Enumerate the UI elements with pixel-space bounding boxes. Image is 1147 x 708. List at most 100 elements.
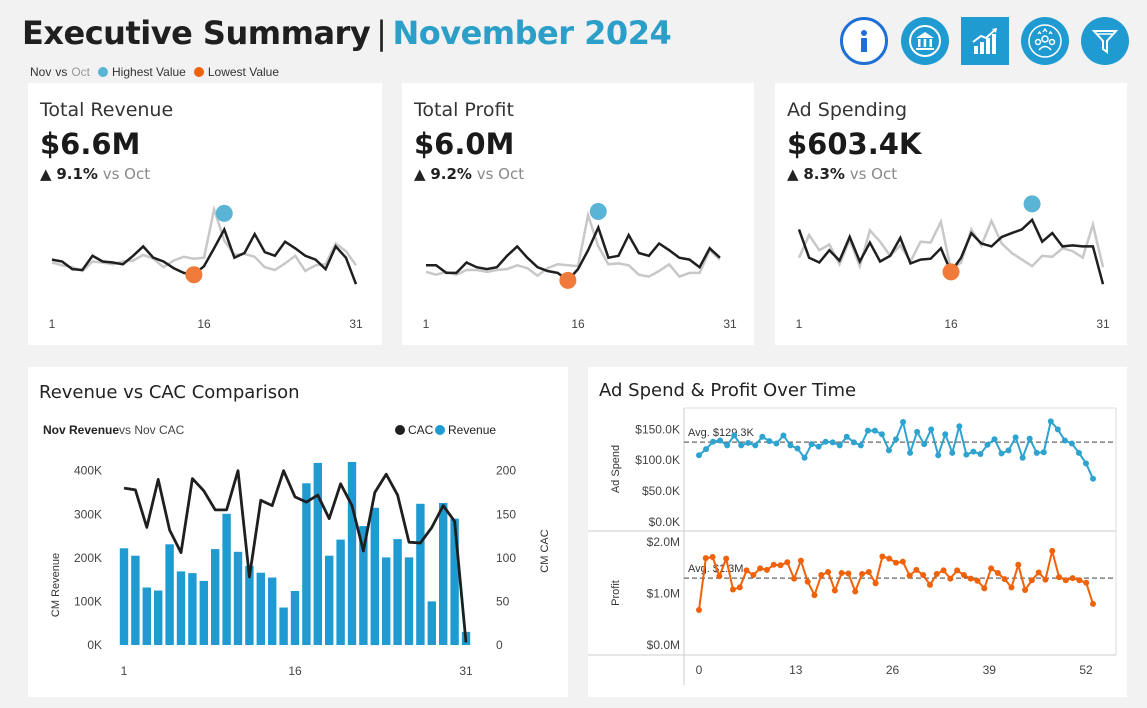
filter-button[interactable] (1081, 17, 1129, 65)
adspend-point (949, 449, 956, 456)
profit-point (899, 558, 906, 565)
revenue-bar (370, 507, 379, 646)
highest-value-marker (215, 204, 233, 222)
sparkline-chart: 1 16 31 (423, 202, 737, 331)
revenue-bar (256, 572, 265, 645)
profit-point (859, 571, 866, 578)
avg-label-adspend: Avg. $129.3K (688, 427, 755, 439)
profit-point (750, 572, 757, 579)
revenue-bar (268, 577, 277, 645)
y-tick-left: 100K (74, 594, 102, 608)
profit-point (852, 588, 859, 595)
profit-point (723, 555, 730, 562)
adspend-point (731, 432, 738, 439)
legend-cac: CAC (408, 423, 434, 437)
team-button[interactable] (1021, 17, 1069, 65)
kpi-delta-value: 9.1% (56, 165, 98, 183)
legend-lowest: Lowest Value (207, 65, 279, 79)
adspend-point (752, 442, 759, 449)
info-icon (861, 30, 867, 52)
y-tick-left: 300K (74, 507, 102, 521)
profit-point (702, 555, 709, 562)
adspend-point (1075, 449, 1082, 456)
y-tick-profit: $2.0M (647, 535, 680, 549)
kpi-card-ad-spending: Ad Spending $603.4K ▲ 8.3% vs Oct 1 16 31 (775, 83, 1127, 345)
growth-chart-button[interactable] (961, 17, 1009, 65)
profit-point (933, 571, 940, 578)
y-tick-adspend: $0.0K (649, 515, 680, 529)
adspend-point (808, 441, 815, 448)
kpi-delta-vs: vs Oct (849, 165, 898, 183)
revenue-bar (154, 590, 163, 645)
x-tick-label: 1 (423, 317, 430, 331)
adspend-point (935, 452, 942, 459)
profit-point (716, 573, 723, 580)
adspend-point (977, 451, 984, 458)
adspend-point (998, 450, 1005, 457)
adspend-point (1090, 475, 1096, 482)
profit-point (920, 572, 927, 579)
profit-point (1049, 547, 1056, 554)
kpi-delta-value: 9.2% (430, 165, 472, 183)
profit-point (1001, 576, 1008, 583)
adspend-point (710, 438, 717, 445)
profit-point (818, 572, 825, 579)
profit-point (879, 553, 886, 560)
profit-point (1022, 586, 1029, 593)
highest-value-marker (589, 202, 607, 220)
adspend-point (745, 439, 752, 446)
profit-point (1062, 577, 1069, 584)
profit-point (825, 568, 832, 575)
revenue-bar (119, 548, 129, 645)
profit-point (940, 567, 947, 574)
revenue-bar (176, 571, 186, 645)
sparkline-chart: 1 16 31 (796, 195, 1110, 331)
revenue-bar (313, 462, 322, 645)
adspend-point (759, 433, 766, 440)
rev-cac-panel: Revenue vs CAC Comparison Nov Revenue vs… (28, 367, 568, 697)
revenue-bar (290, 591, 300, 645)
kpi-delta-vs: vs Oct (102, 165, 151, 183)
y-tick-right: 100 (496, 551, 516, 565)
adspend-point (822, 438, 829, 445)
y-axis-label-left: CM Revenue (50, 553, 62, 617)
y-tick-right: 0 (496, 638, 503, 652)
y-axis-label-profit: Profit (610, 580, 622, 606)
adspend-point (1061, 437, 1068, 444)
adspend-point (1033, 449, 1040, 456)
profit-point (913, 566, 920, 573)
adspend-point (1005, 447, 1012, 454)
team-icon (1028, 24, 1062, 58)
y-axis-label-right: CM CAC (539, 529, 551, 572)
profit-point (791, 575, 798, 582)
adspend-point (850, 439, 857, 446)
sparkline-chart: 1 16 31 (49, 204, 363, 331)
revenue-bar (233, 551, 243, 645)
kpi-delta-vs: vs Oct (476, 165, 525, 183)
chart-subtitle-bold: Nov Revenue (43, 423, 119, 437)
adspend-point (696, 452, 702, 459)
bank-button[interactable] (901, 17, 949, 65)
adspend-point (703, 446, 710, 453)
info-button[interactable] (840, 17, 888, 65)
profit-point (872, 580, 879, 587)
kpi-card-revenue: Total Revenue $6.6M ▲ 9.1% vs Oct 1 16 31 (28, 83, 382, 345)
adspend-point (738, 442, 745, 449)
adspend-point (780, 432, 787, 439)
profit-point (709, 554, 716, 561)
profit-point (994, 570, 1001, 576)
x-tick-label: 16 (197, 317, 211, 331)
title-separator: | (376, 14, 387, 52)
adspend-point (893, 436, 899, 443)
lowest-value-marker (942, 263, 960, 281)
filter-icon (1091, 30, 1119, 54)
adspend-point (864, 427, 871, 434)
adspend-point (970, 448, 977, 455)
adspend-point (984, 441, 991, 448)
profit-point (696, 607, 702, 614)
profit-point (988, 565, 995, 572)
y-tick-adspend: $50.0K (642, 484, 680, 498)
y-tick-profit: $1.0M (647, 587, 680, 601)
revenue-bar (393, 539, 402, 645)
adspend-point (878, 431, 885, 438)
